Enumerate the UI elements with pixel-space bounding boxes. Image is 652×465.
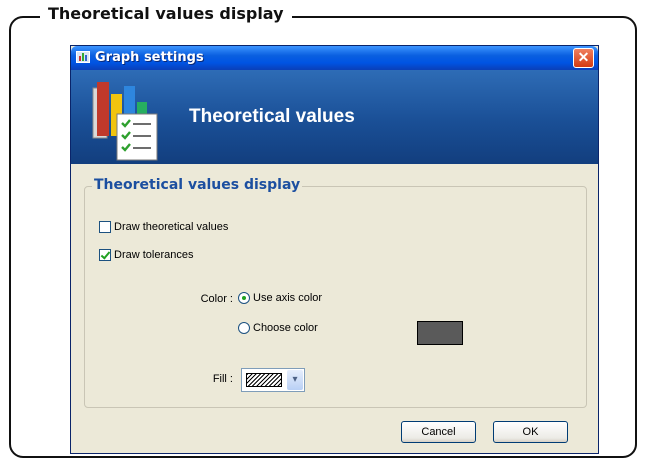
fill-label: Fill : bbox=[212, 373, 233, 385]
draw-theoretical-values-row[interactable]: Draw theoretical values bbox=[99, 221, 228, 233]
cancel-button[interactable]: Cancel bbox=[401, 421, 476, 443]
window-title: Graph settings bbox=[95, 50, 204, 65]
graph-settings-dialog: Graph settings ✕ Theoretical values Theo… bbox=[70, 45, 599, 454]
app-icon bbox=[76, 51, 90, 63]
color-swatch[interactable] bbox=[417, 321, 463, 345]
chart-checklist-icon bbox=[92, 82, 158, 161]
draw-tolerances-row[interactable]: Draw tolerances bbox=[99, 249, 193, 261]
use-axis-color-radio[interactable] bbox=[238, 292, 250, 304]
fill-pattern-dropdown[interactable]: ▾ bbox=[241, 368, 305, 392]
draw-theoretical-values-checkbox[interactable] bbox=[99, 221, 111, 233]
chevron-down-icon[interactable]: ▾ bbox=[287, 370, 303, 390]
color-label: Color : bbox=[200, 293, 233, 305]
theoretical-values-group bbox=[84, 186, 587, 408]
draw-theoretical-values-label[interactable]: Draw theoretical values bbox=[114, 221, 228, 233]
draw-tolerances-label[interactable]: Draw tolerances bbox=[114, 249, 193, 261]
close-button[interactable]: ✕ bbox=[573, 48, 594, 68]
banner-title: Theoretical values bbox=[189, 106, 355, 127]
title-bar[interactable]: Graph settings ✕ bbox=[71, 46, 598, 70]
hatch-pattern-preview bbox=[246, 373, 282, 387]
choose-color-radio[interactable] bbox=[238, 322, 250, 334]
choose-color-option[interactable]: Choose color bbox=[238, 322, 318, 334]
frame-title: Theoretical values display bbox=[40, 4, 292, 23]
header-banner: Theoretical values bbox=[71, 70, 598, 164]
use-axis-color-option[interactable]: Use axis color bbox=[238, 292, 322, 304]
group-legend: Theoretical values display bbox=[92, 177, 303, 193]
choose-color-label[interactable]: Choose color bbox=[253, 322, 318, 334]
draw-tolerances-checkbox[interactable] bbox=[99, 249, 111, 261]
use-axis-color-label[interactable]: Use axis color bbox=[253, 292, 322, 304]
ok-button[interactable]: OK bbox=[493, 421, 568, 443]
